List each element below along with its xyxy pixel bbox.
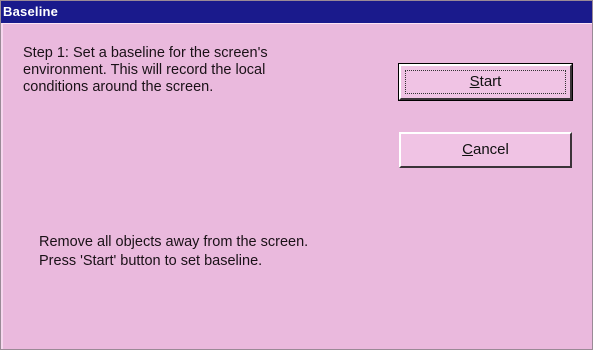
instruction-line-2: Press 'Start' button to set baseline.	[39, 253, 263, 269]
cancel-button[interactable]: Cancel	[399, 132, 572, 168]
instruction-line-1: Remove all objects away from the screen.	[39, 234, 309, 250]
cancel-button-label: Cancel	[462, 141, 509, 158]
baseline-dialog: Baseline Step 1: Set a baseline for the …	[0, 0, 593, 350]
window-title: Baseline	[3, 4, 59, 19]
title-bar[interactable]: Baseline	[1, 1, 592, 23]
step-description: Step 1: Set a baseline for the screen's …	[23, 45, 268, 95]
start-button-label: Start	[469, 73, 502, 90]
instructions: Remove all objects away from the screen.…	[39, 233, 459, 271]
start-button[interactable]: Start	[398, 63, 573, 101]
